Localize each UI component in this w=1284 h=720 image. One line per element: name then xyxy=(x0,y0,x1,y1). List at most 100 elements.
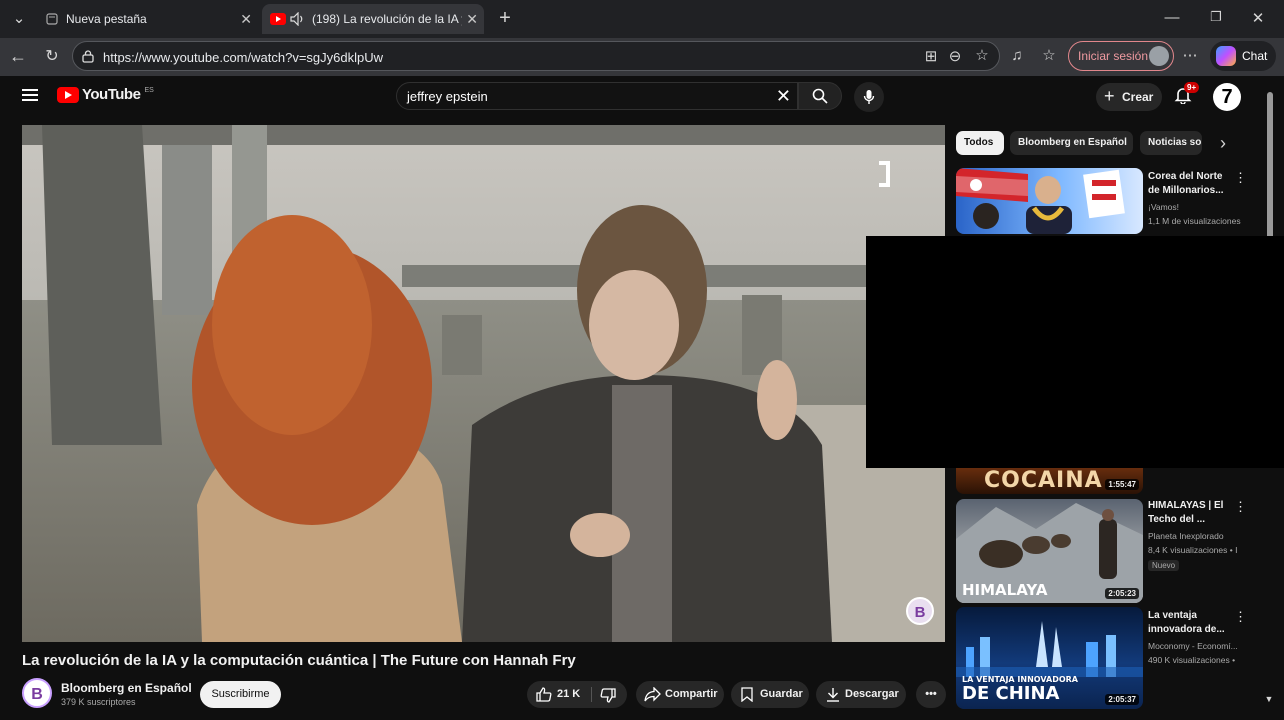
save-label: Guardar xyxy=(760,688,803,700)
copilot-chat-button[interactable]: Chat xyxy=(1210,41,1276,71)
search-button[interactable] xyxy=(798,82,842,110)
restore-icon[interactable]: ❐ xyxy=(1206,9,1226,25)
channel-avatar[interactable]: B xyxy=(22,678,52,708)
download-button[interactable]: Descargar xyxy=(816,681,906,708)
tab-youtube[interactable]: (198) La revolución de la IA y l ✕ xyxy=(262,4,484,34)
app-available-icon[interactable]: ⊞ xyxy=(923,47,939,65)
kebab-menu-icon[interactable]: ⋮ xyxy=(1234,609,1247,625)
duration-badge: 2:05:23 xyxy=(1105,588,1139,599)
recommendation-channel: ¡Vamos! xyxy=(1148,202,1180,212)
recommendation-title[interactable]: HIMALAYAS | El Techo del ... xyxy=(1148,499,1228,527)
recommendation-item[interactable]: HIMALAYA 2:05:23 HIMALAYAS | El Techo de… xyxy=(956,499,1247,603)
video-frame xyxy=(22,125,945,642)
recommendation-meta: 1,1 M de visualizaciones xyxy=(1148,216,1241,226)
media-control-icon[interactable]: ♫ xyxy=(1008,47,1026,64)
create-button[interactable]: + Crear xyxy=(1096,83,1162,111)
tab-title: Nueva pestaña xyxy=(66,12,147,26)
like-dislike-bar: 21 K xyxy=(527,681,627,708)
like-thumb-icon[interactable] xyxy=(536,687,552,702)
search-query: jeffrey epstein xyxy=(407,89,488,104)
tab-list-chevron-icon[interactable]: ⌄ xyxy=(10,9,28,27)
recommendation-thumbnail[interactable]: LA VENTAJA INNOVADORA DE CHINA 2:05:37 xyxy=(956,607,1143,709)
favorite-star-icon[interactable]: ☆ xyxy=(974,46,990,64)
chip-noticias[interactable]: Noticias so xyxy=(1140,131,1202,155)
recommendation-channel: Planeta Inexplorado xyxy=(1148,531,1224,541)
more-options-icon[interactable]: ⋯ xyxy=(1180,46,1200,64)
minimize-icon[interactable]: — xyxy=(1162,9,1182,26)
recommendation-title[interactable]: Corea del Norte de Millonarios... xyxy=(1148,170,1228,198)
chip-bloomberg[interactable]: Bloomberg en Español xyxy=(1010,131,1133,155)
recommendation-meta: 8,4 K visualizaciones • I xyxy=(1148,545,1238,555)
audio-playing-icon[interactable] xyxy=(290,12,306,26)
profile-avatar xyxy=(1149,46,1169,66)
thumbnail-headline: COCAINA xyxy=(984,468,1103,493)
share-button[interactable]: Compartir xyxy=(636,681,724,708)
logo-text: YouTube xyxy=(82,86,141,103)
youtube-play-icon xyxy=(57,86,79,103)
recommendation-title[interactable]: La ventaja innovadora de... xyxy=(1148,609,1228,637)
search-input[interactable]: jeffrey epstein ✕ xyxy=(396,82,798,110)
browser-tab-strip: ⌄ Nueva pestaña ✕ (198) La revolución de… xyxy=(0,0,1284,38)
zoom-icon[interactable]: ⊖ xyxy=(947,47,963,65)
subscriber-count: 379 K suscriptores xyxy=(61,697,136,707)
microphone-icon xyxy=(863,90,875,104)
create-label: Crear xyxy=(1122,90,1154,104)
site-info-lock-icon[interactable] xyxy=(82,50,94,63)
bookmark-icon xyxy=(741,687,753,702)
youtube-logo[interactable]: YouTube ES xyxy=(57,86,154,103)
scroll-down-arrow-icon[interactable]: ▼ xyxy=(1264,694,1274,704)
browser-toolbar: ← ↻ https://www.youtube.com/watch?v=sgJy… xyxy=(0,38,1284,76)
address-bar[interactable]: https://www.youtube.com/watch?v=sgJy6dkl… xyxy=(72,41,1000,71)
account-avatar[interactable]: 7 xyxy=(1213,83,1241,111)
like-count: 21 K xyxy=(557,688,581,700)
tab-new-tab[interactable]: Nueva pestaña ✕ xyxy=(36,4,258,34)
favorites-icon[interactable]: ☆ xyxy=(1040,46,1058,64)
back-arrow-icon[interactable]: ← xyxy=(8,46,28,67)
recommendation-item[interactable]: Corea del Norte de Millonarios... ¡Vamos… xyxy=(956,168,1247,234)
voice-search-button[interactable] xyxy=(854,82,884,112)
country-code: ES xyxy=(144,87,154,94)
video-player[interactable]: B xyxy=(22,125,945,642)
page-icon xyxy=(46,13,58,25)
kebab-menu-icon[interactable]: ⋮ xyxy=(1234,499,1247,515)
recommendation-thumbnail[interactable] xyxy=(956,168,1143,234)
copilot-icon xyxy=(1216,46,1236,66)
recommendation-meta: 490 K visualizaciones • xyxy=(1148,655,1236,665)
channel-name[interactable]: Bloomberg en Español xyxy=(61,681,192,695)
new-tab-plus-icon[interactable]: + xyxy=(495,7,515,30)
youtube-masthead: YouTube ES jeffrey epstein ✕ + Crear 9+ … xyxy=(0,76,1284,118)
notifications-button[interactable]: 9+ xyxy=(1174,82,1200,106)
dislike-thumb-icon[interactable] xyxy=(600,688,616,703)
plus-icon: + xyxy=(1104,86,1115,106)
sign-in-button[interactable]: Iniciar sesión xyxy=(1068,41,1174,71)
video-title: La revolución de la IA y la computación … xyxy=(22,652,576,669)
share-arrow-icon xyxy=(644,687,661,702)
close-window-icon[interactable]: ✕ xyxy=(1248,9,1268,27)
recommendation-item[interactable]: LA VENTAJA INNOVADORA DE CHINA 2:05:37 L… xyxy=(956,607,1247,711)
search-icon xyxy=(812,88,828,104)
new-badge: Nuevo xyxy=(1148,560,1180,571)
tab-title: (198) La revolución de la IA y l xyxy=(312,12,462,26)
like-divider xyxy=(591,687,592,702)
kebab-menu-icon[interactable]: ⋮ xyxy=(1234,170,1247,186)
chip-todos[interactable]: Todos xyxy=(956,131,1004,155)
close-tab-icon[interactable]: ✕ xyxy=(240,11,252,28)
sign-in-label: Iniciar sesión xyxy=(1078,49,1149,63)
download-icon xyxy=(827,688,839,702)
save-button[interactable]: Guardar xyxy=(731,681,809,708)
reload-icon[interactable]: ↻ xyxy=(42,46,62,66)
thumbnail-headline: DE CHINA xyxy=(962,683,1060,704)
hamburger-menu-icon[interactable] xyxy=(22,88,38,102)
more-horizontal-icon: ••• xyxy=(925,688,937,700)
close-tab-icon[interactable]: ✕ xyxy=(466,11,478,28)
chevron-right-icon[interactable]: › xyxy=(1214,133,1232,154)
more-actions-button[interactable]: ••• xyxy=(916,681,946,708)
subscribe-button[interactable]: Suscribirme xyxy=(200,681,281,708)
thumbnail-art xyxy=(956,168,1125,234)
channel-watermark[interactable]: B xyxy=(906,597,934,625)
clear-search-icon[interactable]: ✕ xyxy=(776,86,791,107)
chat-label: Chat xyxy=(1242,49,1268,63)
duration-badge: 1:55:47 xyxy=(1105,479,1139,490)
recommendation-channel: Moconomy - Economí... xyxy=(1148,641,1238,651)
recommendation-thumbnail[interactable]: HIMALAYA 2:05:23 xyxy=(956,499,1143,603)
